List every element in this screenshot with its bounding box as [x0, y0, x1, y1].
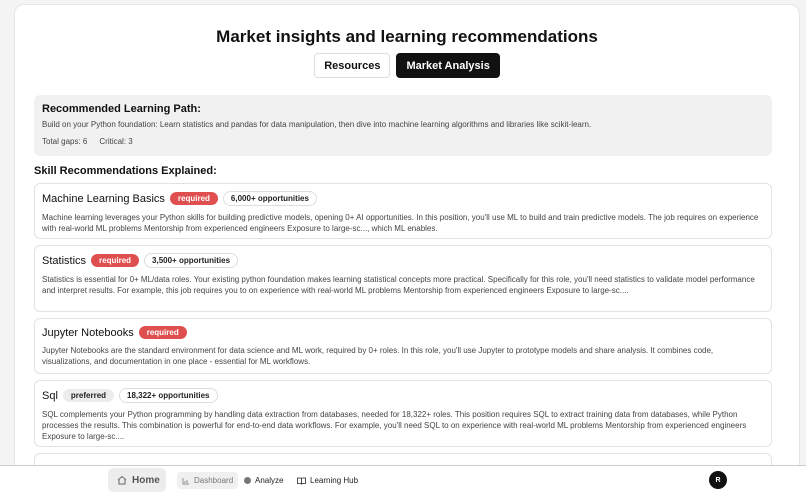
opportunities-badge: 3,500+ opportunities	[144, 253, 239, 268]
skill-card: Statistics required 3,500+ opportunities…	[34, 245, 772, 312]
tab-market-analysis[interactable]: Market Analysis	[396, 53, 500, 78]
skill-card: Machine Learning Basics required 6,000+ …	[34, 183, 772, 239]
opportunities-badge: 6,000+ opportunities	[222, 191, 317, 206]
recommended-learning-path: Recommended Learning Path: Build on your…	[34, 95, 772, 156]
skill-name: Sql	[42, 389, 58, 402]
skill-description: Statistics is essential for 0+ ML/data r…	[42, 275, 755, 295]
tab-resources[interactable]: Resources	[314, 53, 391, 78]
total-gaps: Total gaps: 6	[42, 137, 88, 146]
skill-header: Sql preferred 18,322+ opportunities	[42, 388, 764, 403]
skill-name: Machine Learning Basics	[42, 192, 165, 205]
nav-dashboard-label: Dashboard	[194, 476, 234, 485]
learning-path-stats: Total gaps: 6 Critical: 3	[42, 137, 764, 146]
skill-header: Jupyter Notebooks required	[42, 326, 764, 339]
skill-description: Machine learning leverages your Python s…	[42, 213, 759, 233]
learning-path-description: Build on your Python foundation: Learn s…	[42, 120, 592, 129]
book-icon	[297, 477, 306, 485]
avatar[interactable]: R	[709, 471, 727, 489]
priority-badge: required	[138, 326, 187, 339]
chart-icon	[182, 477, 189, 484]
skill-description: SQL complements your Python programming …	[42, 410, 747, 441]
nav-dashboard[interactable]: Dashboard	[177, 472, 239, 489]
page: Market insights and learning recommendat…	[0, 0, 806, 493]
nav-learning-hub[interactable]: Learning Hub	[297, 472, 358, 489]
nav-analyze-label: Analyze	[255, 476, 284, 485]
home-icon	[117, 475, 127, 485]
priority-badge: required	[169, 192, 218, 205]
skill-card: Jupyter Notebooks required Jupyter Noteb…	[34, 318, 772, 374]
page-title: Market insights and learning recommendat…	[216, 27, 598, 46]
main-card: Market insights and learning recommendat…	[14, 4, 800, 474]
nav-home[interactable]: Home	[108, 468, 166, 492]
learning-path-title: Recommended Learning Path:	[42, 103, 201, 115]
skills-section-title: Skill Recommendations Explained:	[34, 165, 217, 177]
skill-name: Jupyter Notebooks	[42, 326, 134, 339]
critical-count: Critical: 3	[99, 137, 133, 146]
nav-analyze[interactable]: Analyze	[244, 472, 283, 489]
skill-header: Machine Learning Basics required 6,000+ …	[42, 191, 764, 206]
priority-badge: preferred	[62, 389, 115, 402]
analyze-icon	[244, 477, 251, 484]
skill-name: Statistics	[42, 254, 87, 267]
priority-badge: required	[91, 254, 140, 267]
skill-description: Jupyter Notebooks are the standard envir…	[42, 346, 714, 366]
nav-home-label: Home	[132, 474, 160, 486]
skill-header: Statistics required 3,500+ opportunities	[42, 253, 764, 268]
bottom-nav: Home Dashboard Analyze Learning Hub R	[0, 465, 806, 493]
opportunities-badge: 18,322+ opportunities	[119, 388, 218, 403]
tab-bar: Resources Market Analysis	[15, 53, 799, 78]
nav-learning-hub-label: Learning Hub	[310, 476, 359, 485]
skill-card: Sql preferred 18,322+ opportunities SQL …	[34, 380, 772, 447]
